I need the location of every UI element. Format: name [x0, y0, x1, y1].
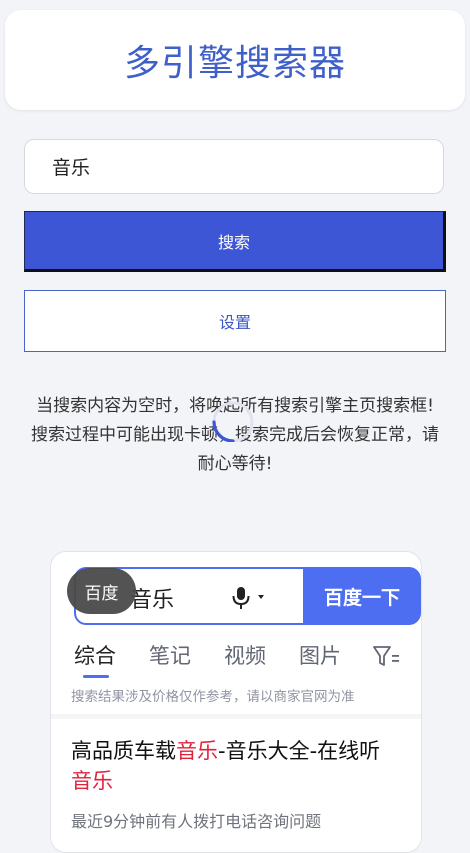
tab-notes[interactable]: 笔记: [149, 640, 191, 670]
result-title-highlight: 音乐: [71, 769, 113, 793]
result-title-highlight: 音乐: [176, 739, 218, 763]
baidu-preview-card[interactable]: 音乐 百度一下 百度 综合 笔记 视频 图片 搜索结果涉及价格仅作参考，请以商家…: [50, 551, 422, 853]
baidu-query-text: 音乐: [130, 588, 175, 613]
divider: [51, 714, 421, 719]
result-title-part: -音乐大全-在线听: [218, 739, 381, 763]
active-tab-indicator: [83, 675, 109, 678]
loading-spinner-icon: [212, 401, 254, 442]
app-title: 多引擎搜索器: [123, 43, 346, 84]
header-card: 多引擎搜索器: [5, 10, 465, 110]
result-title[interactable]: 高品质车载音乐-音乐大全-在线听音乐: [71, 736, 401, 796]
baidu-tabs: 综合 笔记 视频 图片: [74, 640, 404, 678]
search-input[interactable]: [24, 139, 444, 194]
engine-tag: 百度: [67, 568, 136, 614]
tab-videos[interactable]: 视频: [224, 640, 266, 670]
result-title-part: 高品质车载: [71, 739, 176, 763]
tab-images[interactable]: 图片: [299, 640, 341, 670]
microphone-icon[interactable]: [230, 585, 252, 611]
baidu-search-button[interactable]: 百度一下: [303, 567, 421, 625]
settings-button[interactable]: 设置: [24, 290, 446, 352]
tab-all[interactable]: 综合: [74, 640, 116, 670]
price-disclaimer: 搜索结果涉及价格仅作参考，请以商家官网为准: [71, 689, 355, 705]
result-meta: 最近9分钟前有人拨打电话咨询问题: [71, 812, 322, 831]
filter-icon[interactable]: [372, 644, 402, 668]
chevron-down-icon: [258, 595, 264, 599]
search-button[interactable]: 搜索: [24, 211, 446, 272]
